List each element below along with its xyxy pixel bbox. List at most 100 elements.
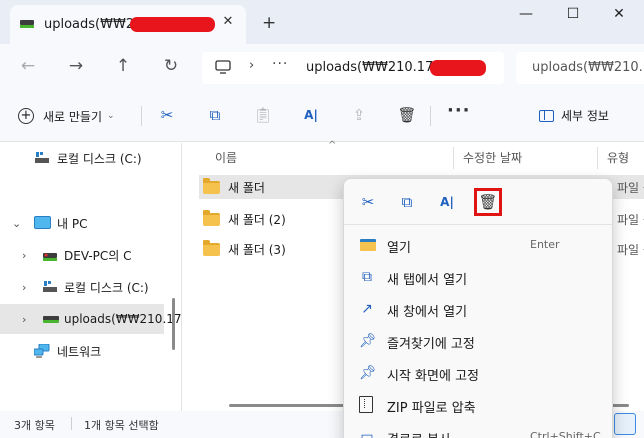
sidebar-item-label: 내 PC — [57, 216, 88, 231]
breadcrumb-chevron-icon[interactable]: › — [249, 58, 254, 73]
rename-icon[interactable]: A| — [301, 105, 321, 125]
more-options-button[interactable]: ··· — [447, 100, 471, 121]
menu-item-label: 시작 화면에 고정 — [387, 369, 479, 384]
sort-ascending-icon: ^ — [328, 140, 337, 151]
chevron-right-icon[interactable]: › — [22, 313, 26, 326]
sidebar-scrollbar[interactable] — [172, 298, 175, 350]
toolbar-divider — [141, 106, 142, 126]
menu-item-open-new-tab[interactable]: ⧉ 새 탭에서 열기 — [344, 261, 612, 293]
context-menu: ✂ ⧉ A| 🗑︎ 열기 Enter ⧉ 새 탭에서 열기 ↗ 새 창에서 열기… — [343, 178, 613, 438]
folder-icon — [203, 209, 220, 226]
selection-count: 1개 항목 선택함 — [84, 419, 159, 432]
file-name: 새 폴더 (2) — [228, 212, 286, 227]
folder-icon — [203, 239, 220, 256]
drive-icon — [43, 281, 57, 292]
tab-uploads[interactable]: uploads(₩₩210.179 ✕ — [10, 5, 246, 44]
file-type: 파일 폴 — [617, 242, 644, 257]
column-header-type[interactable]: 유형 — [607, 149, 629, 166]
item-count: 3개 항목 — [14, 419, 55, 432]
share-icon[interactable]: ⇪ — [349, 105, 369, 125]
file-name: 새 폴더 (3) — [228, 242, 286, 257]
open-new-window-icon: ↗ — [361, 301, 373, 317]
rename-icon[interactable]: A| — [436, 191, 458, 213]
menu-item-label: 새 탭에서 열기 — [387, 273, 468, 288]
toolbar-divider — [430, 106, 431, 126]
chevron-right-icon[interactable]: › — [22, 281, 26, 294]
tab-close-icon[interactable]: ✕ — [220, 14, 236, 29]
new-item-button[interactable]: + 새로 만들기 ⌄ — [18, 104, 115, 128]
zip-icon — [359, 396, 373, 413]
column-divider[interactable] — [597, 147, 598, 169]
menu-item-shortcut: Ctrl+Shift+C — [530, 430, 601, 438]
network-drive-icon — [43, 316, 59, 323]
sidebar-item-label: DEV-PC의 C — [64, 248, 132, 263]
copy-icon[interactable]: ⧉ — [205, 105, 225, 125]
copy-icon[interactable]: ⧉ — [396, 191, 418, 213]
maximize-button[interactable]: ☐ — [558, 6, 588, 28]
sidebar-item-label: 로컬 디스크 (C:) — [57, 151, 142, 166]
drive-icon — [35, 152, 49, 163]
copy-path-icon: ▭ — [360, 429, 374, 438]
close-window-button[interactable]: ✕ — [604, 6, 634, 28]
sidebar-item-label: 네트워크 — [57, 344, 102, 359]
file-name: 새 폴더 — [228, 180, 265, 195]
column-header-name[interactable]: 이름 — [215, 149, 237, 166]
sidebar-item-local-disk-2[interactable]: › 로컬 디스크 (C:) — [0, 272, 164, 302]
menu-item-compress-zip[interactable]: ZIP 파일로 압축 — [344, 389, 612, 421]
pin-start-icon: 📌︎ — [359, 365, 377, 381]
menu-item-shortcut: Enter — [530, 238, 560, 251]
menu-item-pin-start[interactable]: 📌︎ 시작 화면에 고정 — [344, 357, 612, 389]
sidebar-item-local-disk[interactable]: 로컬 디스크 (C:) — [0, 143, 164, 173]
column-divider[interactable] — [453, 147, 454, 169]
address-bar[interactable]: › ··· uploads(₩₩210.179 — [202, 52, 504, 84]
menu-item-label: 새 창에서 열기 — [387, 305, 468, 320]
open-folder-icon — [360, 239, 376, 251]
view-toggle-button[interactable] — [614, 413, 636, 435]
delete-icon[interactable]: 🗑︎ — [477, 191, 499, 213]
network-icon — [34, 344, 50, 358]
sidebar-item-dev-pc[interactable]: › DEV-PC의 C — [0, 240, 164, 270]
column-header-modified[interactable]: 수정한 날짜 — [463, 149, 522, 166]
search-placeholder: uploads(₩₩210.1 — [532, 60, 644, 75]
navigation-pane: 로컬 디스크 (C:) ⌄ 내 PC › DEV-PC의 C › 로컬 디스크 … — [0, 143, 182, 411]
chevron-down-icon[interactable]: ⌄ — [12, 217, 21, 230]
back-button[interactable]: ← — [15, 53, 41, 79]
sidebar-item-label: 로컬 디스크 (C:) — [64, 280, 149, 295]
up-button[interactable]: ↑ — [110, 53, 136, 79]
pin-icon: 📌︎ — [359, 333, 377, 349]
sidebar-item-this-pc[interactable]: ⌄ 내 PC — [0, 208, 164, 238]
new-tab-button[interactable]: + — [262, 13, 276, 33]
file-type: 파일 폴 — [617, 212, 644, 227]
forward-button[interactable]: → — [63, 53, 89, 79]
details-pane-button[interactable]: 세부 정보 — [539, 107, 609, 124]
network-drive-icon — [20, 20, 34, 28]
command-bar: + 새로 만들기 ⌄ ✂ ⧉ 📋︎ A| ⇪ 🗑︎ ··· 세부 정보 — [0, 90, 644, 142]
pc-icon — [34, 216, 51, 229]
menu-item-label: ZIP 파일로 압축 — [387, 401, 476, 416]
menu-item-pin-quick-access[interactable]: 📌︎ 즐겨찾기에 고정 — [344, 325, 612, 357]
status-divider — [71, 417, 72, 430]
network-drive-icon — [43, 253, 57, 261]
paste-icon[interactable]: 📋︎ — [253, 105, 273, 125]
menu-item-open[interactable]: 열기 Enter — [344, 229, 612, 261]
search-box[interactable]: uploads(₩₩210.1 — [516, 52, 644, 84]
minimize-button[interactable]: — — [511, 6, 541, 28]
sidebar-item-network[interactable]: 네트워크 — [0, 336, 164, 366]
breadcrumb-current[interactable]: uploads(₩₩210.179 — [306, 60, 442, 75]
sidebar-item-label: uploads(₩₩210.17 — [64, 312, 182, 326]
menu-item-label: 즐겨찾기에 고정 — [387, 337, 475, 352]
menu-item-copy-path[interactable]: ▭ 경로로 복사 Ctrl+Shift+C — [344, 421, 612, 438]
details-pane-icon — [539, 109, 554, 122]
plus-circle-icon: + — [18, 108, 34, 124]
menu-item-label: 열기 — [387, 241, 411, 256]
menu-item-open-new-window[interactable]: ↗ 새 창에서 열기 — [344, 293, 612, 325]
redaction-mark — [430, 60, 486, 76]
cut-icon[interactable]: ✂ — [157, 105, 177, 125]
delete-icon[interactable]: 🗑︎ — [397, 105, 417, 125]
refresh-button[interactable]: ↻ — [158, 53, 184, 79]
cut-icon[interactable]: ✂ — [357, 191, 379, 213]
details-pane-label: 세부 정보 — [561, 109, 609, 123]
chevron-right-icon[interactable]: › — [22, 249, 26, 262]
sidebar-item-uploads[interactable]: › uploads(₩₩210.17 — [0, 304, 182, 334]
breadcrumb-more-button[interactable]: ··· — [272, 56, 288, 72]
